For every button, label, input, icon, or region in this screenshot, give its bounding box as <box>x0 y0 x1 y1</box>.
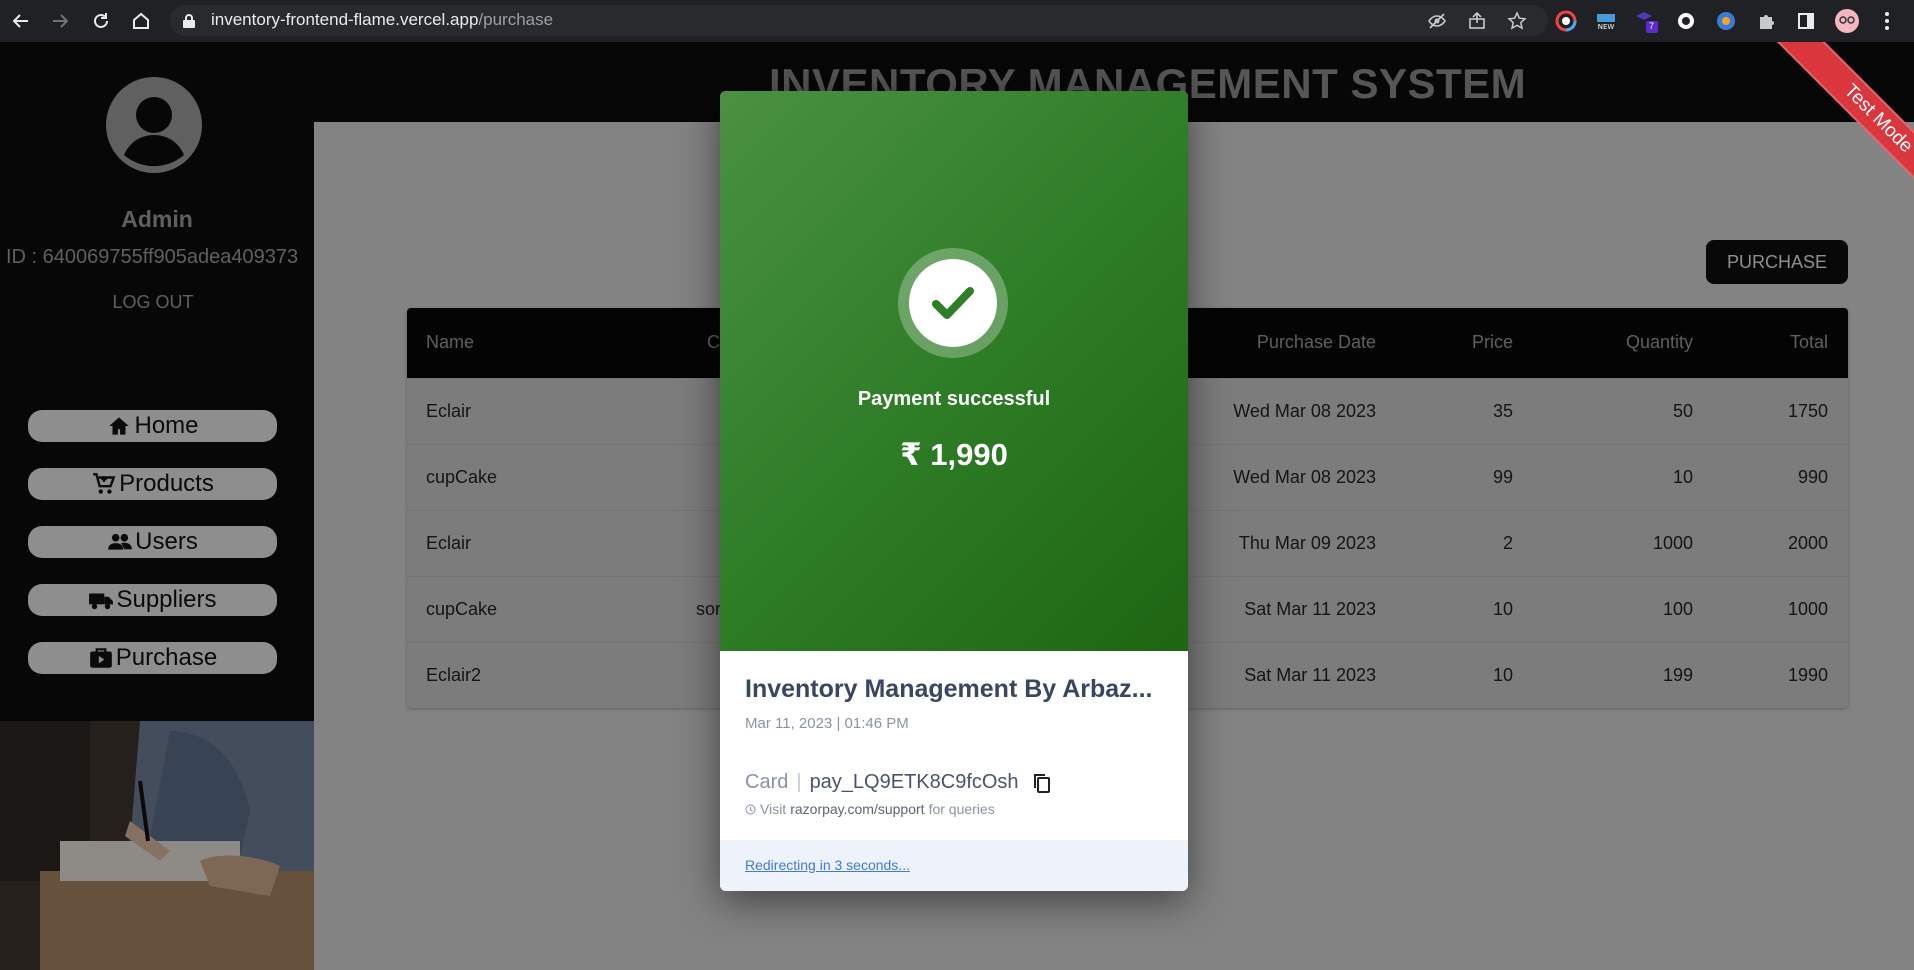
test-mode-label: Test Mode <box>1774 42 1914 212</box>
browser-menu-icon[interactable] <box>1874 8 1900 34</box>
back-icon[interactable] <box>8 8 34 34</box>
circle-extension-icon[interactable] <box>1673 8 1699 34</box>
payment-status: Payment successful <box>857 388 1051 410</box>
side-panel-icon[interactable] <box>1793 8 1819 34</box>
puzzle-icon[interactable] <box>1753 8 1779 34</box>
eye-off-icon[interactable] <box>1424 8 1450 34</box>
divider: | <box>796 771 802 793</box>
payment-success-banner: Payment successful ₹ 1,990 <box>720 91 1188 651</box>
modal-footer: Redirecting in 3 seconds... <box>720 840 1188 891</box>
puzzle-badge-extension-icon[interactable]: 7 <box>1633 8 1659 34</box>
info-icon <box>745 804 756 814</box>
svg-text:NEW: NEW <box>1598 23 1615 31</box>
home-browser-icon[interactable] <box>128 8 154 34</box>
payment-id: pay_LQ9ETK8C9fcOsh <box>809 771 1019 793</box>
merchant-name: Inventory Management By Arbaz... <box>745 675 1153 703</box>
extension-badge: 7 <box>1649 21 1655 31</box>
profile-avatar-icon[interactable] <box>1834 8 1860 34</box>
payment-method-line: Card | pay_LQ9ETK8C9fcOsh <box>745 771 1053 794</box>
redirect-link[interactable]: Redirecting in 3 seconds... <box>745 857 910 873</box>
payment-success-modal: Payment successful ₹ 1,990 Inventory Man… <box>720 91 1188 891</box>
new-extension-icon[interactable]: NEW <box>1593 8 1619 34</box>
payment-method: Card <box>745 771 789 793</box>
support-link[interactable]: razorpay.com/support <box>790 801 924 817</box>
color-picker-extension-icon[interactable] <box>1553 8 1579 34</box>
test-mode-ribbon: Test Mode <box>1720 42 1914 212</box>
lock-icon <box>183 14 195 28</box>
share-icon[interactable] <box>1464 8 1490 34</box>
reload-icon[interactable] <box>88 8 114 34</box>
payment-datetime: Mar 11, 2023 | 01:46 PM <box>745 715 909 732</box>
support-prefix: Visit <box>760 801 787 817</box>
shield-extension-icon[interactable] <box>1713 8 1739 34</box>
checkmark-icon <box>909 259 997 347</box>
browser-toolbar: inventory-frontend-flame.vercel.app/purc… <box>0 0 1914 42</box>
copy-icon[interactable] <box>1031 772 1053 794</box>
forward-icon[interactable] <box>47 8 73 34</box>
bookmark-star-icon[interactable] <box>1504 8 1530 34</box>
url-text: inventory-frontend-flame.vercel.app/purc… <box>211 10 554 29</box>
support-suffix: for queries <box>928 801 995 817</box>
support-line: Visit razorpay.com/support for queries <box>745 801 995 817</box>
payment-amount: ₹ 1,990 <box>900 437 1008 472</box>
